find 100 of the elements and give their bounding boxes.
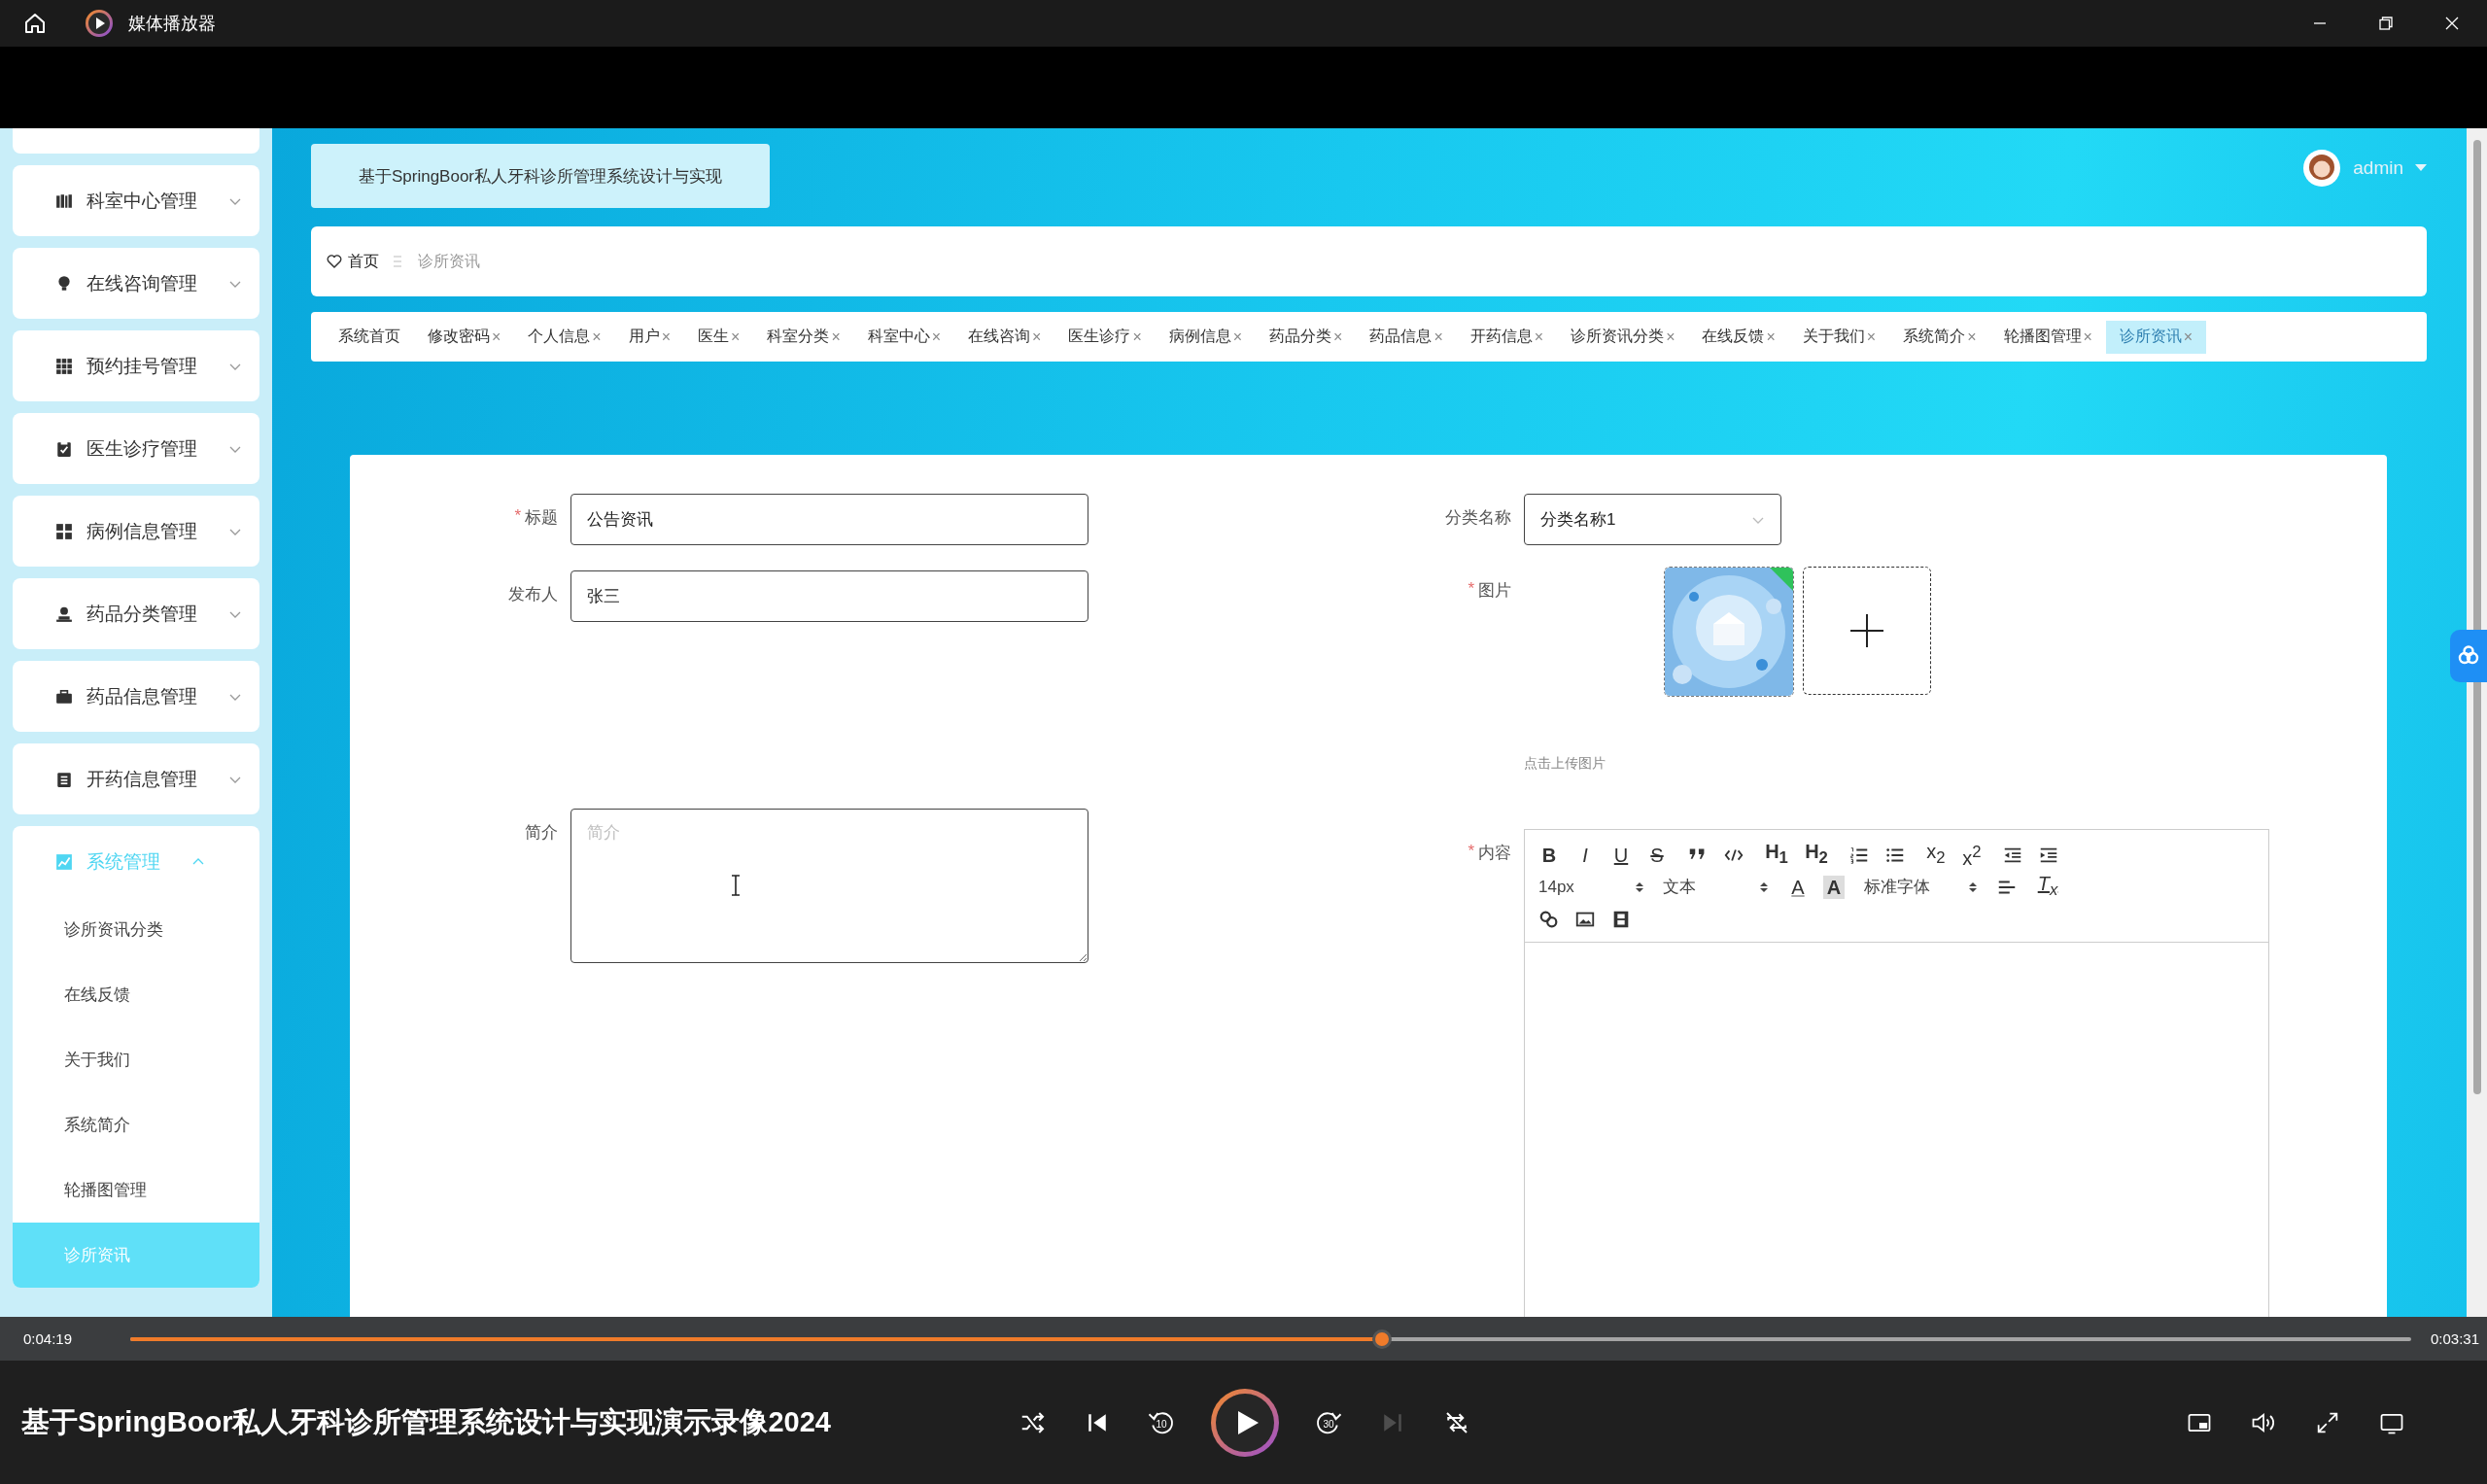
tab[interactable]: 科室分类× <box>753 320 854 354</box>
menu-item[interactable]: 药品信息管理 <box>13 661 259 732</box>
home-icon[interactable] <box>23 12 47 35</box>
tab-close-button[interactable]: × <box>1232 328 1243 346</box>
menu-item[interactable]: 医生诊疗管理 <box>13 413 259 484</box>
tab[interactable]: 医生× <box>684 320 754 354</box>
tab-close-button[interactable]: × <box>731 328 741 346</box>
italic-button[interactable]: I <box>1574 843 1596 867</box>
person-icon <box>55 604 73 623</box>
strikethrough-button[interactable]: S <box>1646 843 1668 867</box>
tab[interactable]: 在线反馈× <box>1688 320 1789 354</box>
tab[interactable]: 药品分类× <box>1256 320 1357 354</box>
menu-item[interactable]: 病例信息管理 <box>13 496 259 567</box>
avatar-icon[interactable] <box>2302 149 2342 188</box>
submenu-item[interactable]: 在线反馈 <box>13 962 259 1027</box>
submenu-item[interactable]: 系统简介 <box>13 1092 259 1157</box>
heading-button[interactable]: H$_{2}$ <box>1804 840 1829 870</box>
input-field[interactable]: 张三 <box>570 570 1088 622</box>
dropdown[interactable]: 标准字体 <box>1864 876 1977 898</box>
tab[interactable]: 轮播图管理× <box>1989 320 2106 354</box>
select-field[interactable]: 分类名称1 <box>1524 494 1781 545</box>
clipboard-icon <box>55 770 73 788</box>
tab[interactable]: 系统首页 <box>325 320 414 354</box>
textarea-field[interactable]: 简介 <box>570 809 1088 963</box>
tab-close-button[interactable]: × <box>1032 328 1042 346</box>
heading-button[interactable]: H$_{1}$ <box>1764 840 1789 870</box>
tab[interactable]: 修改密码× <box>414 320 515 354</box>
tab-close-button[interactable]: × <box>1333 328 1343 346</box>
clear-format-button[interactable]: T$_{x}$ <box>2037 872 2058 902</box>
clipboard-check-icon <box>55 439 73 458</box>
field-label: 标题 <box>525 507 558 529</box>
tab[interactable]: 科室中心× <box>853 320 955 354</box>
up-down-arrow-icon <box>1760 880 1768 893</box>
tab[interactable]: 个人信息× <box>514 320 615 354</box>
tab-close-button[interactable]: × <box>1433 328 1443 346</box>
tab-close-button[interactable]: × <box>661 328 672 346</box>
close-icon[interactable] <box>2444 16 2460 31</box>
tab-close-button[interactable]: × <box>2083 328 2092 346</box>
briefcase-icon <box>55 687 73 706</box>
submenu-item[interactable]: 诊所资讯分类 <box>13 897 259 962</box>
tab-close-button[interactable]: × <box>931 328 942 346</box>
system-title: 基于SpringBoor私人牙科诊所管理系统设计与实现 <box>311 144 770 208</box>
scrollbar[interactable] <box>2467 128 2487 1317</box>
bold-button[interactable]: B <box>1538 843 1560 867</box>
required-mark: * <box>1468 579 1474 600</box>
tab-close-button[interactable]: × <box>1766 328 1776 346</box>
bulb-icon <box>55 274 73 293</box>
text-cursor-icon <box>730 875 742 896</box>
tab[interactable]: 病例信息× <box>1155 320 1257 354</box>
tab[interactable]: 系统简介× <box>1889 320 1990 354</box>
tab[interactable]: 用户× <box>614 320 685 354</box>
menu-item[interactable]: 科室中心管理 <box>13 165 259 236</box>
remaining-time: 0:03:31 <box>2430 1330 2479 1347</box>
tab[interactable]: 药品信息× <box>1356 320 1457 354</box>
tab-close-button[interactable]: × <box>1534 328 1544 346</box>
up-down-arrow-icon <box>1636 880 1643 893</box>
breadcrumb-link[interactable]: 首页 <box>348 251 379 272</box>
required-mark: * <box>1468 842 1474 862</box>
floating-button[interactable] <box>2450 630 2487 682</box>
grid-icon <box>55 357 73 375</box>
input-field[interactable]: 公告资讯 <box>570 494 1088 545</box>
tab-close-button[interactable]: × <box>1132 328 1142 346</box>
tab[interactable]: 医生诊疗× <box>1054 320 1156 354</box>
submenu-item[interactable]: 轮播图管理 <box>13 1157 259 1223</box>
dropdown[interactable]: 文本 <box>1663 876 1768 898</box>
tab[interactable]: 在线咨询× <box>954 320 1055 354</box>
menu-item[interactable]: 预约挂号管理 <box>13 330 259 401</box>
background-color-button[interactable]: A <box>1823 875 1845 899</box>
rewind-button[interactable]: 10 <box>1147 1407 1176 1437</box>
tab[interactable]: 开药信息× <box>1456 320 1558 354</box>
menu-item[interactable]: 药品分类管理 <box>13 578 259 649</box>
submenu-item[interactable]: 关于我们 <box>13 1027 259 1092</box>
upload-hint: 点击上传图片 <box>1524 755 1606 773</box>
breadcrumb-current: 诊所资讯 <box>418 251 480 271</box>
seek-bar[interactable] <box>130 1329 2411 1349</box>
tab-close-button[interactable]: × <box>1866 328 1877 346</box>
script-button[interactable]: x$^{2}$ <box>1961 840 1983 870</box>
upload-button[interactable] <box>1803 567 1931 695</box>
elapsed-time: 0:04:19 <box>23 1330 73 1347</box>
tab-close-button[interactable]: × <box>592 328 602 346</box>
forward-button[interactable]: 30 <box>1314 1407 1343 1437</box>
tab-close-button[interactable]: × <box>492 328 501 346</box>
separator-icon <box>393 255 402 268</box>
seek-handle[interactable] <box>1372 1329 1393 1349</box>
underline-button[interactable]: U <box>1610 843 1632 867</box>
menu-item[interactable]: 在线咨询管理 <box>13 248 259 319</box>
font-color-button[interactable]: A <box>1787 875 1809 899</box>
menu-item[interactable]: 开药信息管理 <box>13 743 259 814</box>
scrollbar-thumb[interactable] <box>2472 140 2481 1094</box>
tab-close-button[interactable]: × <box>1666 328 1675 346</box>
window-title: 媒体播放器 <box>128 13 216 35</box>
tab[interactable]: 关于我们× <box>1788 320 1890 354</box>
restore-icon[interactable] <box>2378 16 2394 31</box>
tab-close-button[interactable]: × <box>1967 328 1977 346</box>
tab-close-button[interactable]: × <box>831 328 841 346</box>
tab[interactable]: 诊所资讯分类× <box>1557 320 1689 354</box>
script-button[interactable]: x$_{2}$ <box>1925 840 1947 870</box>
play-icon <box>86 10 113 37</box>
dropdown[interactable]: 14px <box>1538 877 1643 897</box>
tab[interactable]: 诊所资讯× <box>2105 320 2207 354</box>
